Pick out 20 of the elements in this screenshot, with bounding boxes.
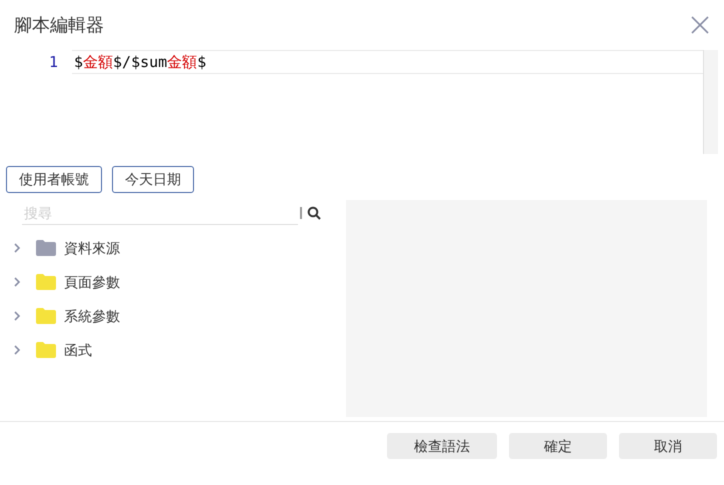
expand-chevron-icon[interactable]: [12, 311, 22, 321]
expand-chevron-icon[interactable]: [12, 243, 22, 253]
tree-item[interactable]: 函式: [64, 340, 92, 360]
insert-button[interactable]: 今天日期: [112, 166, 194, 193]
close-icon[interactable]: [690, 15, 710, 35]
dialog-button[interactable]: 檢查語法: [387, 433, 497, 459]
code-editor[interactable]: 1 $金額$/$sum金額$: [4, 50, 718, 154]
window-title: 腳本編輯器: [14, 14, 104, 36]
insert-button[interactable]: 使用者帳號: [6, 166, 102, 193]
tree-item[interactable]: 資料來源: [64, 238, 120, 258]
dialog-button[interactable]: 取消: [619, 433, 717, 459]
search-icon[interactable]: [307, 206, 321, 220]
dialog-button[interactable]: 確定: [509, 433, 607, 459]
expand-chevron-icon[interactable]: [12, 345, 22, 355]
expand-chevron-icon[interactable]: [12, 277, 22, 287]
tree-item[interactable]: 頁面參數: [64, 272, 120, 292]
scrollbar[interactable]: [703, 50, 718, 154]
line-number: 1: [48, 52, 59, 73]
tree-item[interactable]: 系統參數: [64, 306, 120, 326]
code-line: $金額$/$sum金額$: [74, 52, 206, 73]
